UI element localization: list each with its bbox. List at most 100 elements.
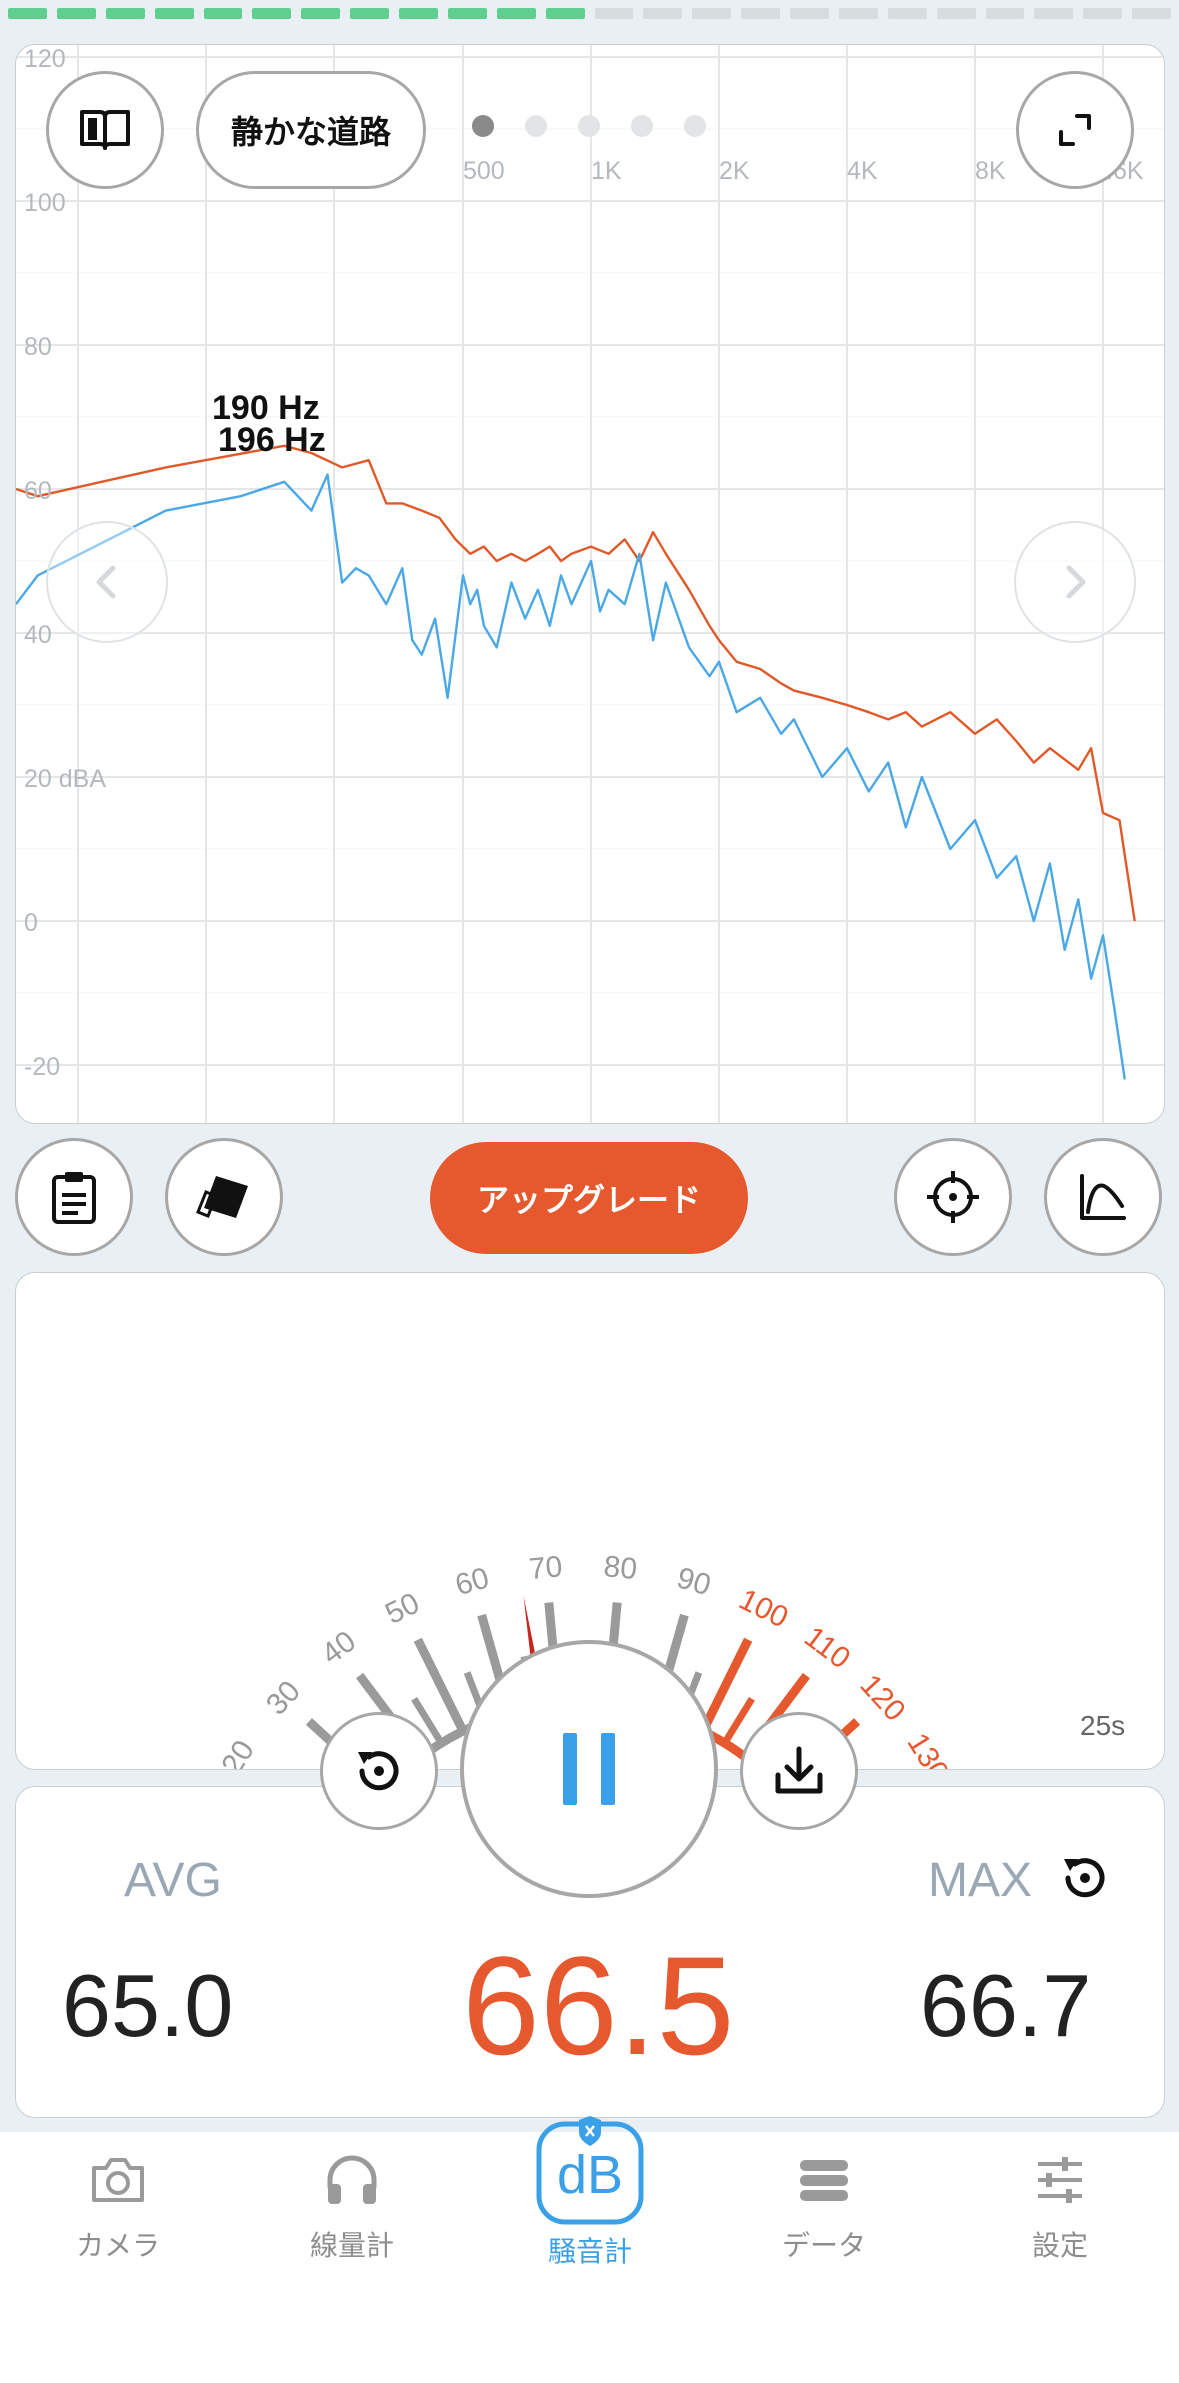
book-icon (80, 110, 130, 150)
level-segment (350, 8, 389, 19)
avg-label: AVG (124, 1854, 222, 1907)
level-segment (643, 8, 683, 19)
gauge-label: 30 (260, 1675, 307, 1722)
fullscreen-button[interactable] (1016, 71, 1134, 189)
tab-data[interactable]: データ (744, 2150, 904, 2264)
page-dot[interactable] (472, 115, 494, 137)
download-icon (775, 1746, 823, 1794)
next-button[interactable] (1014, 521, 1136, 643)
gauge-tick (721, 1697, 755, 1745)
headphones-icon (327, 2155, 377, 2204)
tab-label: データ (781, 2230, 866, 2261)
page-dot[interactable] (525, 115, 547, 137)
level-segment (105, 8, 145, 19)
pause-button[interactable] (460, 1640, 718, 1898)
spectrum-peak-line (16, 444, 1136, 922)
x-tick-label: 500 (463, 157, 505, 185)
max-value: 66.7 (920, 1956, 1092, 2055)
tab-label: 線量計 (309, 2230, 394, 2261)
tab-label: 設定 (1031, 2230, 1088, 2261)
reset-button[interactable] (320, 1712, 438, 1830)
level-segment (741, 8, 780, 19)
level-segment (790, 8, 829, 19)
tab-label: カメラ (75, 2230, 160, 2261)
preset-button[interactable]: 静かな道路 (196, 71, 426, 189)
camera-icon (92, 2158, 144, 2202)
level-segment (545, 8, 585, 19)
page-dot[interactable] (684, 115, 706, 137)
gauge-label: 110 (798, 1620, 856, 1675)
x-tick-label: 2K (719, 157, 750, 185)
level-segment (496, 8, 536, 19)
level-meter (0, 8, 1179, 22)
level-segment (985, 8, 1025, 19)
y-tick-label: -20 (24, 1053, 61, 1081)
level-segment (8, 8, 47, 19)
calibration-icon (196, 1176, 248, 1218)
guide-button[interactable] (46, 71, 164, 189)
y-tick-label: 20 dBA (24, 765, 107, 793)
grid-lines (16, 45, 1164, 1123)
peak-label: 196 Hz (218, 421, 326, 459)
level-segment (692, 8, 732, 19)
tab-settings[interactable]: 設定 (980, 2150, 1140, 2264)
x-tick-label: 1K (591, 157, 622, 185)
y-tick-label: 80 (24, 333, 52, 361)
level-segment (56, 8, 96, 19)
gauge-label: 100 (734, 1583, 794, 1635)
elapsed-time: 25s (1080, 1710, 1126, 1741)
level-segment (936, 8, 976, 19)
tab-sound-meter[interactable]: dB 騒音計 (510, 2116, 670, 2270)
y-tick-label: 0 (24, 909, 38, 937)
crosshair-icon (927, 1171, 979, 1223)
reset-max-button[interactable] (1056, 1849, 1114, 1907)
calibration-button[interactable] (165, 1138, 283, 1256)
database-icon (800, 2160, 848, 2201)
download-button[interactable] (740, 1712, 858, 1830)
curve-icon (1080, 1174, 1126, 1220)
chevron-left-icon (96, 565, 116, 599)
x-tick-label: 4K (847, 157, 878, 185)
level-segment (1034, 8, 1074, 19)
report-button[interactable] (15, 1138, 133, 1256)
avg-value: 65.0 (62, 1956, 234, 2055)
pause-icon (563, 1733, 615, 1805)
tab-dosimeter[interactable]: 線量計 (272, 2150, 432, 2264)
db-icon: dB (535, 2116, 645, 2226)
level-segment (594, 8, 634, 19)
db-icon-text: dB (556, 2145, 624, 2205)
gauge-label: 40 (316, 1625, 363, 1671)
level-segment (447, 8, 487, 19)
crosshair-button[interactable] (894, 1138, 1012, 1256)
level-segment (399, 8, 438, 19)
current-level-value: 66.5 (462, 1927, 735, 2084)
clipboard-icon (52, 1172, 96, 1224)
gauge-label: 50 (380, 1587, 425, 1631)
curve-button[interactable] (1044, 1138, 1162, 1256)
tab-label: 騒音計 (547, 2236, 632, 2267)
gauge-label: 60 (452, 1561, 493, 1602)
level-segment (887, 8, 927, 19)
y-tick-label: 120 (24, 45, 66, 73)
y-tick-label: 40 (24, 621, 52, 649)
upgrade-button[interactable]: アップグレード (430, 1142, 748, 1254)
level-segment (1132, 8, 1171, 19)
gauge-label: 20 (215, 1735, 261, 1769)
x-tick-label: 8K (975, 157, 1006, 185)
gauge-label: 130 (901, 1728, 956, 1769)
gauge-label: 80 (602, 1550, 638, 1586)
previous-button[interactable] (46, 521, 168, 643)
spectrum-chart[interactable]: 120 100 80 60 40 20 dBA 0 -20 500 1K 2K … (15, 44, 1165, 1124)
level-segment (203, 8, 243, 19)
level-segment (252, 8, 292, 19)
max-label: MAX (928, 1854, 1033, 1907)
page-dot[interactable] (578, 115, 600, 137)
gauge-label: 70 (528, 1550, 564, 1586)
y-tick-label: 100 (24, 189, 66, 217)
page-dot[interactable] (631, 115, 653, 137)
level-segment (1083, 8, 1123, 19)
tab-camera[interactable]: カメラ (38, 2150, 198, 2264)
reset-icon (358, 1751, 399, 1791)
reset-max-icon (1064, 1858, 1105, 1898)
sliders-icon (1038, 2157, 1082, 2203)
